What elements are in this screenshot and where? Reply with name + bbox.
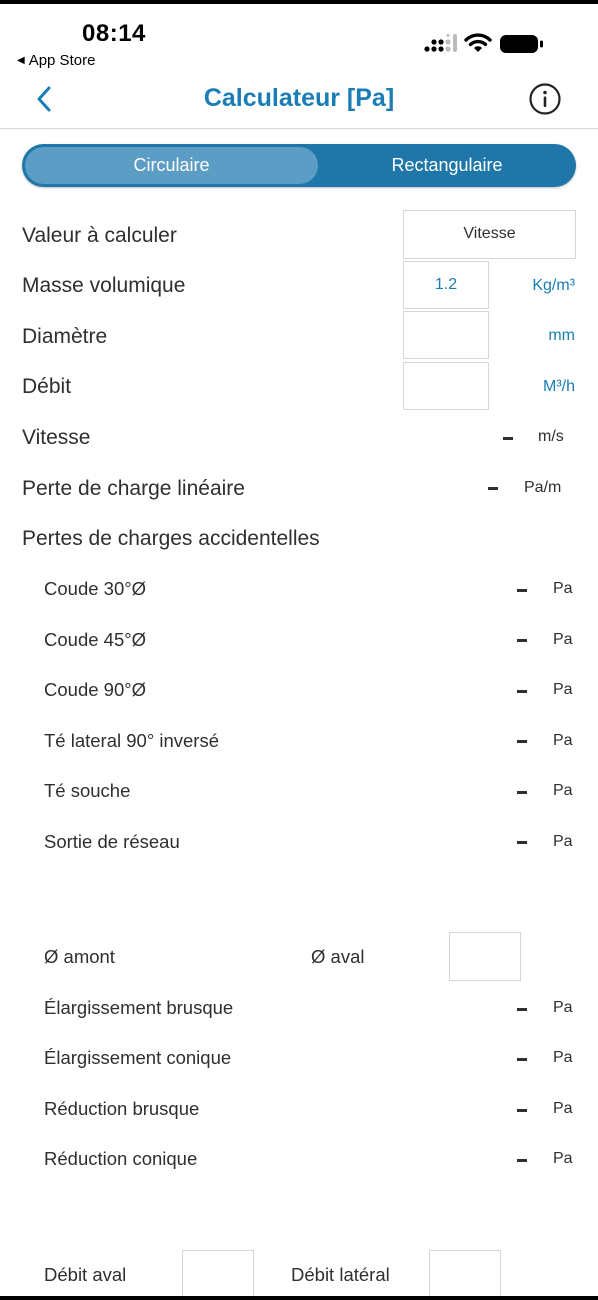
masse-volumique-label: Masse volumique — [22, 274, 186, 297]
debit-aval-label: Débit aval — [44, 1264, 127, 1285]
accidentelle-label: Coude 45°Ø — [44, 629, 147, 650]
battery-icon — [500, 35, 543, 53]
debit-unit: M³/h — [543, 378, 575, 395]
nav-divider — [0, 128, 598, 129]
singularite-value — [517, 1159, 527, 1162]
accidentelle-value — [517, 690, 527, 693]
debit-lateral-input[interactable] — [429, 1250, 501, 1300]
accidentelle-unit: Pa — [553, 631, 573, 648]
singularite-value — [517, 1008, 527, 1011]
status-time: 08:14 — [82, 20, 146, 47]
back-triangle-icon: ◀ — [17, 55, 25, 66]
accidentelle-value — [517, 740, 527, 743]
perte-charge-lineaire-value — [488, 487, 498, 490]
accidentelle-unit: Pa — [553, 580, 573, 597]
masse-volumique-unit: Kg/m³ — [532, 277, 575, 294]
valeur-a-calculer-select[interactable]: Vitesse — [403, 210, 576, 259]
perte-charge-lineaire-unit: Pa/m — [524, 479, 562, 496]
perte-charge-lineaire-label: Perte de charge linéaire — [22, 477, 245, 500]
diametre-aval-label: Ø aval — [311, 946, 365, 967]
valeur-a-calculer-label: Valeur à calculer — [22, 224, 177, 247]
singularite-label: Élargissement brusque — [44, 997, 234, 1018]
vitesse-label: Vitesse — [22, 426, 91, 449]
back-to-app-link[interactable]: ◀ App Store — [17, 52, 95, 69]
vitesse-unit: m/s — [538, 428, 564, 445]
singularite-unit: Pa — [553, 1049, 573, 1066]
singularite-label: Réduction conique — [44, 1148, 198, 1169]
debit-label: Débit — [22, 375, 72, 398]
accidentelle-unit: Pa — [553, 732, 573, 749]
pertes-accidentelles-title: Pertes de charges accidentelles — [22, 527, 320, 550]
accidentelle-value — [517, 791, 527, 794]
singularite-value — [517, 1109, 527, 1112]
accidentelle-value — [517, 841, 527, 844]
bottom-edge — [0, 1296, 598, 1300]
singularite-value — [517, 1058, 527, 1061]
top-edge — [0, 0, 598, 4]
page-title: Calculateur [Pa] — [203, 84, 395, 112]
debit-aval-input[interactable] — [182, 1250, 254, 1300]
diametre-label: Diamètre — [22, 325, 108, 348]
accidentelle-value — [517, 639, 527, 642]
signal-icon — [424, 34, 457, 52]
diametre-input[interactable] — [403, 311, 489, 359]
accidentelle-label: Té souche — [44, 780, 131, 801]
accidentelle-unit: Pa — [553, 681, 573, 698]
back-app-label: App Store — [28, 52, 96, 69]
masse-volumique-input[interactable]: 1.2 — [403, 261, 489, 309]
diametre-aval-input[interactable] — [449, 932, 521, 981]
singularite-label: Élargissement conique — [44, 1047, 232, 1068]
accidentelle-value — [517, 589, 527, 592]
singularite-label: Réduction brusque — [44, 1098, 200, 1119]
diametre-unit: mm — [548, 327, 575, 344]
vitesse-value — [503, 437, 513, 440]
shape-segmented-control: Circulaire Rectangulaire — [22, 144, 576, 187]
singularite-unit: Pa — [553, 1100, 573, 1117]
info-icon[interactable] — [529, 83, 561, 115]
accidentelle-label: Té lateral 90° inversé — [44, 730, 220, 751]
singularite-unit: Pa — [553, 999, 573, 1016]
accidentelle-unit: Pa — [553, 782, 573, 799]
debit-input[interactable] — [403, 362, 489, 410]
segment-rectangulaire[interactable]: Rectangulaire — [320, 144, 574, 187]
accidentelle-label: Coude 30°Ø — [44, 578, 147, 599]
accidentelle-label: Sortie de réseau — [44, 831, 180, 852]
wifi-icon — [464, 33, 492, 52]
debit-lateral-label: Débit latéral — [291, 1264, 390, 1285]
segment-circulaire[interactable]: Circulaire — [25, 147, 318, 184]
accidentelle-unit: Pa — [553, 833, 573, 850]
diametre-amont-label: Ø amont — [44, 946, 115, 967]
singularite-unit: Pa — [553, 1150, 573, 1167]
accidentelle-label: Coude 90°Ø — [44, 679, 147, 700]
